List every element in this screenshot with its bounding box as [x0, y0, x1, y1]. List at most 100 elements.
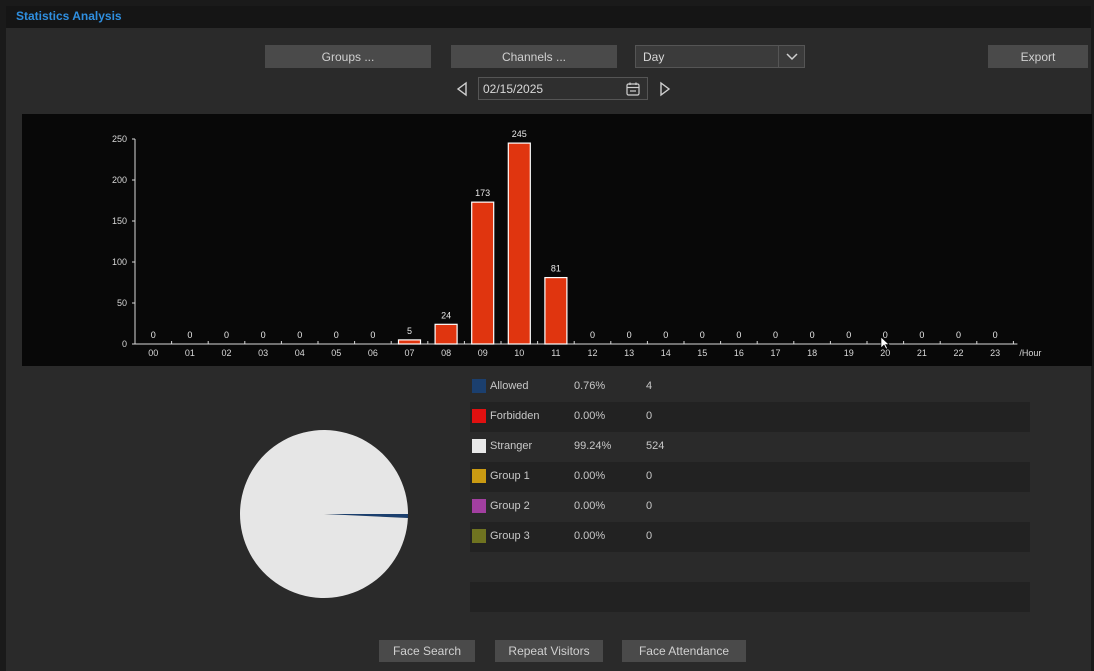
legend-swatch: [472, 379, 486, 393]
data-label: 0: [261, 330, 266, 340]
export-button[interactable]: Export: [988, 45, 1088, 68]
x-tick-label: 22: [953, 348, 963, 358]
data-label: 0: [370, 330, 375, 340]
y-tick-label: 50: [117, 298, 127, 308]
legend-count: 0: [646, 530, 653, 542]
data-label: 0: [334, 330, 339, 340]
legend-swatch: [472, 439, 486, 453]
data-label: 0: [151, 330, 156, 340]
channels-button[interactable]: Channels ...: [451, 45, 617, 68]
legend-swatch: [472, 529, 486, 543]
legend-percent: 0.00%: [574, 410, 606, 422]
data-label: 245: [512, 129, 527, 139]
data-label: 0: [663, 330, 668, 340]
x-tick-label: 15: [697, 348, 707, 358]
legend-empty-row: [470, 552, 1030, 582]
x-tick-label: 01: [185, 348, 195, 358]
y-tick-label: 200: [112, 175, 127, 185]
period-select-value: Day: [643, 50, 665, 64]
legend-count: 0: [646, 500, 653, 512]
legend-swatch: [472, 469, 486, 483]
window-title: Statistics Analysis: [16, 9, 122, 23]
x-tick-label: 14: [661, 348, 671, 358]
data-label: 0: [590, 330, 595, 340]
groups-button[interactable]: Groups ...: [265, 45, 431, 68]
x-tick-label: 09: [478, 348, 488, 358]
data-label: 0: [846, 330, 851, 340]
bar-11: [544, 276, 568, 345]
bar-chart-svg: 0501001502002500000100200300400500600750…: [112, 129, 1041, 358]
x-tick-label: 19: [844, 348, 854, 358]
legend-row-allowed: Allowed 0.76% 4: [470, 372, 1030, 402]
legend-name: Stranger: [490, 440, 533, 452]
data-label: 0: [700, 330, 705, 340]
legend-percent: 0.76%: [574, 380, 606, 392]
x-tick-label: 06: [368, 348, 378, 358]
mouse-cursor-icon: [880, 336, 890, 353]
date-field[interactable]: 02/15/2025: [478, 77, 648, 100]
data-label: 0: [297, 330, 302, 340]
legend-row-stranger: Stranger 99.24% 524: [470, 432, 1030, 462]
data-label: 0: [224, 330, 229, 340]
legend-name: Allowed: [490, 380, 529, 392]
statistics-window: Statistics Analysis Groups ... Channels …: [6, 6, 1092, 671]
legend-name: Group 2: [490, 500, 530, 512]
legend-empty-row: [470, 582, 1030, 612]
hourly-bar-chart: 0 50 100 150 200 250 00 0 01 0 02 0 03 0 04 0 05 0 06 0 07 5 0…: [22, 114, 1092, 366]
x-tick-label: 10: [514, 348, 524, 358]
legend-swatch: [472, 499, 486, 513]
x-tick-label: 00: [148, 348, 158, 358]
date-value: 02/15/2025: [483, 82, 544, 96]
face-attendance-button[interactable]: Face Attendance: [622, 640, 746, 662]
legend-row-forbidden: Forbidden 0.00% 0: [470, 402, 1030, 432]
legend-percent: 99.24%: [574, 440, 612, 452]
x-tick-label: 18: [807, 348, 817, 358]
pie-chart: [239, 430, 408, 599]
legend-name: Group 1: [490, 470, 530, 482]
period-select[interactable]: Day: [635, 45, 805, 68]
next-day-icon[interactable]: [657, 80, 673, 98]
data-label: 0: [956, 330, 961, 340]
x-tick-label: 03: [258, 348, 268, 358]
x-tick-label: 08: [441, 348, 451, 358]
legend-row-group-2: Group 2 0.00% 0: [470, 492, 1030, 522]
data-label: 173: [475, 188, 490, 198]
legend-count: 524: [646, 440, 665, 452]
y-tick-label: 150: [112, 216, 127, 226]
title-bar: Statistics Analysis: [6, 6, 1091, 28]
x-tick-label: 23: [990, 348, 1000, 358]
legend-count: 0: [646, 410, 653, 422]
data-label: 81: [551, 264, 561, 274]
legend-row-group-3: Group 3 0.00% 0: [470, 522, 1030, 552]
face-search-button[interactable]: Face Search: [379, 640, 475, 662]
bar-09: [471, 201, 495, 345]
chevron-down-icon[interactable]: [778, 46, 804, 67]
x-tick-label: 05: [331, 348, 341, 358]
data-label: 0: [993, 330, 998, 340]
data-label: 0: [919, 330, 924, 340]
legend-swatch: [472, 409, 486, 423]
data-label: 0: [773, 330, 778, 340]
legend-name: Forbidden: [490, 410, 540, 422]
y-tick-label: 0: [122, 339, 127, 349]
data-label: 0: [187, 330, 192, 340]
x-tick-label: 02: [221, 348, 231, 358]
bar-10: [507, 142, 531, 345]
data-label: 24: [441, 310, 451, 320]
legend-percent: 0.00%: [574, 470, 606, 482]
previous-day-icon[interactable]: [454, 80, 470, 98]
data-label: 0: [627, 330, 632, 340]
x-tick-label: 04: [295, 348, 305, 358]
y-tick-label: 100: [112, 257, 127, 267]
calendar-icon[interactable]: [625, 81, 641, 100]
data-label: 5: [407, 326, 412, 336]
legend-percent: 0.00%: [574, 530, 606, 542]
x-tick-label: 21: [917, 348, 927, 358]
x-tick-label: 16: [734, 348, 744, 358]
repeat-visitors-button[interactable]: Repeat Visitors: [495, 640, 603, 662]
x-tick-label: 13: [624, 348, 634, 358]
legend-count: 0: [646, 470, 653, 482]
legend-percent: 0.00%: [574, 500, 606, 512]
x-tick-label: 12: [587, 348, 597, 358]
y-tick-label: 250: [112, 134, 127, 144]
